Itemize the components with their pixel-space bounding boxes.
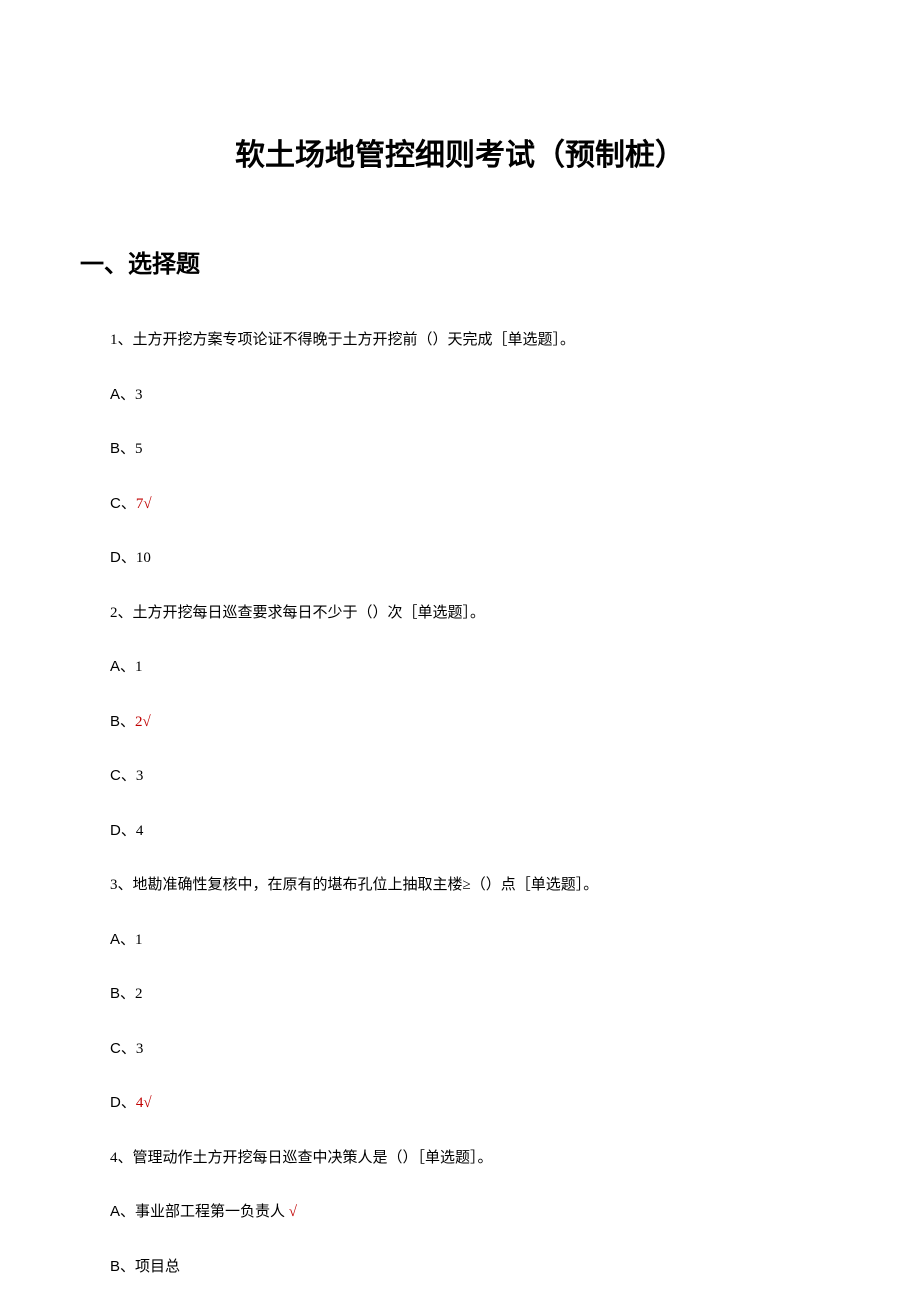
option-prefix: B、 [110, 440, 135, 457]
check-icon: √ [143, 714, 151, 730]
section-heading: 一、选择题 [80, 244, 840, 279]
option-value: 3 [136, 768, 144, 784]
questions-content: 1、土方开挖方案专项论证不得晚于土方开挖前（）天完成［单选题］。 A、3 B、5… [80, 329, 840, 1278]
option-value: 事业部工程第一负责人 [135, 1204, 285, 1220]
option: D、10 [110, 547, 840, 570]
option-value: 10 [136, 550, 151, 566]
option: A、1 [110, 929, 840, 952]
question-text: 3、地勘准确性复核中，在原有的堪布孔位上抽取主楼≥（）点［单选题］。 [110, 874, 840, 897]
document-title: 软土场地管控细则考试（预制桩） [80, 130, 840, 174]
option: B、2√ [110, 711, 840, 734]
option: A、事业部工程第一负责人 √ [110, 1201, 840, 1224]
option-prefix: A、 [110, 658, 135, 675]
option-prefix: C、 [110, 1040, 136, 1057]
question-text: 1、土方开挖方案专项论证不得晚于土方开挖前（）天完成［单选题］。 [110, 329, 840, 352]
option-prefix: A、 [110, 386, 135, 403]
option-prefix: B、 [110, 985, 135, 1002]
option-value: 2 [135, 986, 143, 1002]
check-icon: √ [143, 496, 151, 512]
option: B、5 [110, 438, 840, 461]
option-prefix: C、 [110, 495, 136, 512]
option-prefix: D、 [110, 549, 136, 566]
option: C、7√ [110, 493, 840, 516]
option-value: 3 [136, 1041, 144, 1057]
option-prefix: D、 [110, 822, 136, 839]
option: C、3 [110, 1038, 840, 1061]
option-value: 3 [135, 387, 143, 403]
option-prefix: D、 [110, 1094, 136, 1111]
option-value: 4 [136, 823, 144, 839]
question-text: 2、土方开挖每日巡查要求每日不少于（）次［单选题］。 [110, 602, 840, 625]
option-value: 1 [135, 659, 143, 675]
option: D、4 [110, 820, 840, 843]
option-value: 5 [135, 441, 143, 457]
check-icon: √ [143, 1095, 151, 1111]
option-prefix: A、 [110, 931, 135, 948]
option-prefix: C、 [110, 767, 136, 784]
check-icon: √ [289, 1204, 297, 1220]
option: B、项目总 [110, 1256, 840, 1279]
option: A、3 [110, 384, 840, 407]
option-value: 2 [135, 714, 143, 730]
option: B、2 [110, 983, 840, 1006]
option-prefix: B、 [110, 713, 135, 730]
option: A、1 [110, 656, 840, 679]
option: D、4√ [110, 1092, 840, 1115]
option-prefix: A、 [110, 1203, 135, 1220]
option-value: 1 [135, 932, 143, 948]
option-value: 项目总 [135, 1259, 180, 1275]
option: C、3 [110, 765, 840, 788]
question-text: 4、管理动作土方开挖每日巡查中决策人是（）［单选题］。 [110, 1147, 840, 1170]
option-prefix: B、 [110, 1258, 135, 1275]
